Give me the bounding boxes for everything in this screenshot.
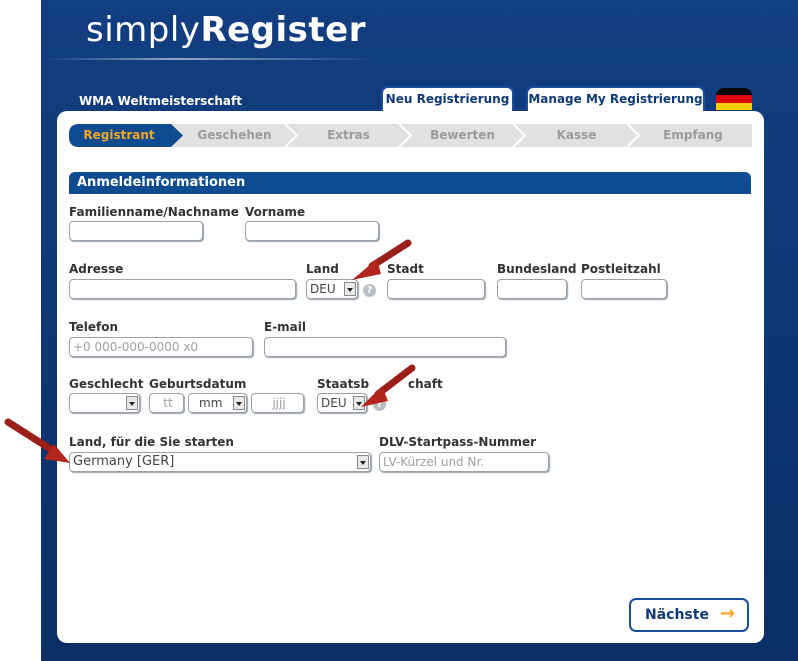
citizenship-label-start: Staatsb xyxy=(317,377,370,391)
step-extras: Extras xyxy=(327,128,370,142)
lastname-label: Familienname/Nachname xyxy=(69,205,239,219)
tab-new-registration[interactable]: Neu Registrierung xyxy=(381,86,514,112)
step-kasse: Kasse xyxy=(556,128,597,142)
help-icon[interactable]: ? xyxy=(363,284,376,297)
address-input[interactable] xyxy=(69,279,296,299)
citizenship-label-end: chaft xyxy=(408,377,443,391)
phone-label: Telefon xyxy=(69,320,118,334)
german-flag-icon[interactable] xyxy=(716,88,752,110)
step-progress-bar: Registrant Geschehen Extras Bewerten Kas… xyxy=(69,124,752,147)
chevron-down-icon[interactable] xyxy=(357,455,369,469)
firstname-label: Vorname xyxy=(245,205,306,219)
event-title: WMA Weltmeisterschaft xyxy=(79,94,242,108)
birth-month-select[interactable]: mm xyxy=(188,393,247,413)
next-button[interactable]: Nächste → xyxy=(629,598,749,632)
chevron-down-icon[interactable] xyxy=(344,282,356,296)
state-label: Bundesland xyxy=(497,262,577,276)
firstname-input[interactable] xyxy=(245,221,379,241)
tab-manage-registration[interactable]: Manage My Registrierung xyxy=(526,86,705,112)
gender-label: Geschlecht xyxy=(69,377,144,391)
next-button-label: Nächste xyxy=(645,607,709,623)
zip-input[interactable] xyxy=(581,279,667,299)
gender-select[interactable] xyxy=(69,393,140,413)
simplyregister-logo: simplyRegister xyxy=(86,10,366,50)
lastname-input[interactable] xyxy=(69,221,203,241)
birth-year-input[interactable]: jjjj xyxy=(251,393,304,413)
zip-label: Postleitzahl xyxy=(581,262,661,276)
dlv-label: DLV-Startpass-Nummer xyxy=(379,435,537,449)
step-empfang: Empfang xyxy=(663,128,723,142)
chevron-down-icon[interactable] xyxy=(353,396,365,410)
chevron-down-icon[interactable] xyxy=(233,396,245,410)
step-bewerten: Bewerten xyxy=(430,128,495,142)
phone-input[interactable]: +0 000-000-0000 x0 xyxy=(69,337,253,357)
address-label: Adresse xyxy=(69,262,124,276)
email-label: E-mail xyxy=(264,320,307,334)
compete-country-label: Land, für die Sie starten xyxy=(69,435,234,449)
country-label: Land xyxy=(306,262,339,276)
citizenship-select[interactable]: DEU xyxy=(317,393,367,413)
country-select[interactable]: DEU xyxy=(306,279,358,299)
arrow-right-icon: → xyxy=(719,603,735,624)
compete-country-select[interactable]: Germany [GER] xyxy=(69,452,371,472)
logo-swoosh xyxy=(45,58,375,60)
help-icon[interactable]: ? xyxy=(373,398,386,411)
city-input[interactable] xyxy=(387,279,485,299)
step-registrant: Registrant xyxy=(83,128,155,142)
section-header: Anmeldeinformationen xyxy=(69,172,751,194)
dlv-number-input[interactable]: LV-Kürzel und Nr. xyxy=(379,452,549,472)
chevron-down-icon[interactable] xyxy=(126,396,138,410)
birthdate-label: Geburtsdatum xyxy=(149,377,247,391)
birth-day-input[interactable]: tt xyxy=(149,393,184,413)
state-input[interactable] xyxy=(497,279,567,299)
city-label: Stadt xyxy=(387,262,424,276)
step-geschehen: Geschehen xyxy=(197,128,272,142)
email-input[interactable] xyxy=(264,337,506,357)
